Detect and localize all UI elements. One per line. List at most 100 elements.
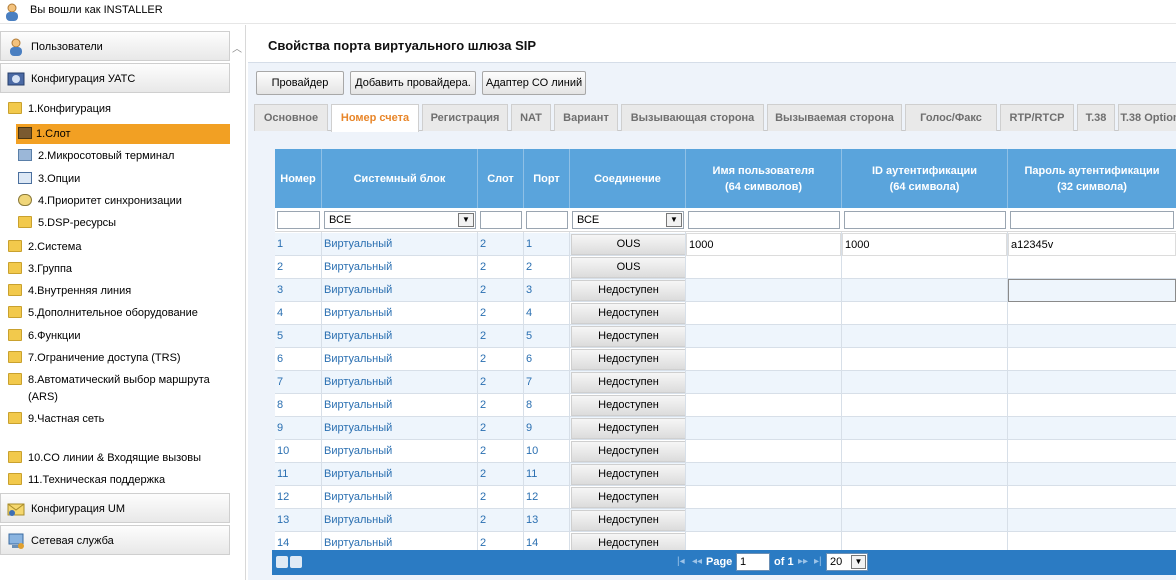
- chevron-down-icon[interactable]: ▼: [666, 213, 682, 227]
- column-header-user-name[interactable]: Имя пользователя (64 символов): [686, 149, 842, 208]
- auth-id-cell[interactable]: [842, 509, 1007, 532]
- user-name-cell[interactable]: [686, 509, 841, 532]
- user-name-cell[interactable]: [686, 394, 841, 417]
- filter-slot-input[interactable]: [480, 211, 522, 229]
- auth-id-cell[interactable]: [842, 256, 1007, 279]
- table-row[interactable]: 11 Виртуальный 2 11 Недоступен: [275, 463, 1176, 486]
- tab-7[interactable]: Голос/Факс: [905, 104, 997, 131]
- first-page-icon[interactable]: |◂: [677, 556, 685, 567]
- sidebar-tree-item[interactable]: 2.Система: [8, 237, 222, 257]
- co-line-adapter-button[interactable]: Адаптер СО линий: [482, 71, 586, 95]
- auth-id-cell[interactable]: [842, 325, 1007, 348]
- sidebar-tree-item[interactable]: 5.Дополнительное оборудование: [8, 303, 222, 323]
- auth-password-cell[interactable]: [1008, 394, 1176, 417]
- page-size-select[interactable]: 20 ▼: [826, 553, 868, 571]
- auth-password-cell[interactable]: [1008, 256, 1176, 279]
- auth-id-cell[interactable]: 1000: [842, 233, 1007, 256]
- connection-status-button[interactable]: Недоступен: [571, 326, 686, 347]
- filter-port-input[interactable]: [526, 211, 568, 229]
- user-name-cell[interactable]: [686, 325, 841, 348]
- filter-system-unit-select[interactable]: ВСЕ ▼: [324, 211, 476, 229]
- connection-status-button[interactable]: Недоступен: [571, 441, 686, 462]
- tab-1[interactable]: Номер счета: [331, 104, 419, 132]
- tab-10[interactable]: T.38 Option: [1118, 104, 1176, 131]
- chevron-down-icon[interactable]: ▼: [851, 555, 866, 569]
- table-row[interactable]: 13 Виртуальный 2 13 Недоступен: [275, 509, 1176, 532]
- auth-id-cell[interactable]: [842, 394, 1007, 417]
- auth-id-cell[interactable]: [842, 486, 1007, 509]
- auth-password-cell[interactable]: [1008, 325, 1176, 348]
- table-row[interactable]: 8 Виртуальный 2 8 Недоступен: [275, 394, 1176, 417]
- user-name-cell[interactable]: [686, 417, 841, 440]
- sidebar-tree-item[interactable]: 11.Техническая поддержка: [8, 470, 222, 490]
- scroll-up-icon[interactable]: ︿: [232, 40, 244, 55]
- table-row[interactable]: 4 Виртуальный 2 4 Недоступен: [275, 302, 1176, 325]
- tab-8[interactable]: RTP/RTCP: [1000, 104, 1074, 131]
- last-page-icon[interactable]: ▸|: [814, 556, 822, 567]
- column-header-port[interactable]: Порт: [524, 149, 570, 208]
- auth-id-cell[interactable]: [842, 371, 1007, 394]
- user-name-cell[interactable]: [686, 440, 841, 463]
- connection-status-button[interactable]: Недоступен: [571, 487, 686, 508]
- connection-status-button[interactable]: Недоступен: [571, 418, 686, 439]
- filter-connection-select[interactable]: ВСЕ ▼: [572, 211, 684, 229]
- auth-password-cell[interactable]: [1008, 417, 1176, 440]
- user-name-cell[interactable]: [686, 256, 841, 279]
- auth-password-cell[interactable]: [1008, 302, 1176, 325]
- sidebar-tree-item[interactable]: 4.Приоритет синхронизации: [18, 191, 222, 211]
- auth-id-cell[interactable]: [842, 348, 1007, 371]
- connection-status-button[interactable]: OUS: [571, 234, 686, 255]
- sidebar-tree-item[interactable]: 9.Частная сеть: [8, 409, 222, 429]
- user-name-cell[interactable]: [686, 302, 841, 325]
- table-row[interactable]: 7 Виртуальный 2 7 Недоступен: [275, 371, 1176, 394]
- sidebar-tree-item[interactable]: 1.Слот: [16, 124, 230, 144]
- tab-0[interactable]: Основное: [254, 104, 328, 131]
- add-provider-button[interactable]: Добавить провайдера.: [350, 71, 476, 95]
- connection-status-button[interactable]: Недоступен: [571, 395, 686, 416]
- auth-password-cell[interactable]: [1008, 348, 1176, 371]
- table-row[interactable]: 1 Виртуальный 2 1 1000 1000 a12345v OUS: [275, 233, 1176, 256]
- tab-4[interactable]: Вариант: [554, 104, 618, 131]
- user-name-cell[interactable]: [686, 348, 841, 371]
- table-row[interactable]: 10 Виртуальный 2 10 Недоступен: [275, 440, 1176, 463]
- connection-status-button[interactable]: Недоступен: [571, 303, 686, 324]
- export-icon[interactable]: [290, 556, 302, 568]
- auth-password-cell[interactable]: [1008, 440, 1176, 463]
- tab-9[interactable]: T.38: [1077, 104, 1115, 131]
- sidebar-tree-item[interactable]: 3.Группа: [8, 259, 222, 279]
- sidebar-tree-item[interactable]: 6.Функции: [8, 326, 222, 346]
- provider-button[interactable]: Провайдер: [256, 71, 344, 95]
- refresh-icon[interactable]: [276, 556, 288, 568]
- filter-auth-password-input[interactable]: [1010, 211, 1174, 229]
- filter-user-name-input[interactable]: [688, 211, 840, 229]
- column-header-auth-password[interactable]: Пароль аутентификации (32 символа): [1008, 149, 1176, 208]
- table-row[interactable]: 6 Виртуальный 2 6 Недоступен: [275, 348, 1176, 371]
- tab-5[interactable]: Вызывающая сторона: [621, 104, 764, 131]
- auth-id-cell[interactable]: [842, 417, 1007, 440]
- filter-auth-id-input[interactable]: [844, 211, 1006, 229]
- column-header-auth-id[interactable]: ID аутентификации (64 символа): [842, 149, 1008, 208]
- auth-password-cell[interactable]: [1008, 279, 1176, 302]
- connection-status-button[interactable]: Недоступен: [571, 464, 686, 485]
- sidebar-section-users[interactable]: Пользователи: [0, 31, 230, 61]
- page-number-input[interactable]: 1: [736, 553, 770, 571]
- table-row[interactable]: 5 Виртуальный 2 5 Недоступен: [275, 325, 1176, 348]
- column-header-system-unit[interactable]: Системный блок: [322, 149, 478, 208]
- sidebar-tree-item[interactable]: 5.DSP-ресурсы: [18, 213, 222, 233]
- sidebar-tree-item[interactable]: 4.Внутренняя линия: [8, 281, 222, 301]
- filter-number-input[interactable]: [277, 211, 320, 229]
- sidebar-section-um-config[interactable]: Конфигурация UM: [0, 493, 230, 523]
- chevron-down-icon[interactable]: ▼: [458, 213, 474, 227]
- auth-password-cell[interactable]: a12345v: [1008, 233, 1176, 256]
- table-row[interactable]: 12 Виртуальный 2 12 Недоступен: [275, 486, 1176, 509]
- table-row[interactable]: 9 Виртуальный 2 9 Недоступен: [275, 417, 1176, 440]
- auth-id-cell[interactable]: [842, 279, 1007, 302]
- table-row[interactable]: 2 Виртуальный 2 2 OUS: [275, 256, 1176, 279]
- column-header-slot[interactable]: Слот: [478, 149, 524, 208]
- sidebar-tree-item[interactable]: 2.Микросотовый терминал: [18, 146, 222, 166]
- auth-password-cell[interactable]: [1008, 371, 1176, 394]
- sidebar-tree-item[interactable]: 7.Ограничение доступа (TRS): [8, 348, 222, 368]
- auth-id-cell[interactable]: [842, 463, 1007, 486]
- connection-status-button[interactable]: OUS: [571, 257, 686, 278]
- auth-id-cell[interactable]: [842, 302, 1007, 325]
